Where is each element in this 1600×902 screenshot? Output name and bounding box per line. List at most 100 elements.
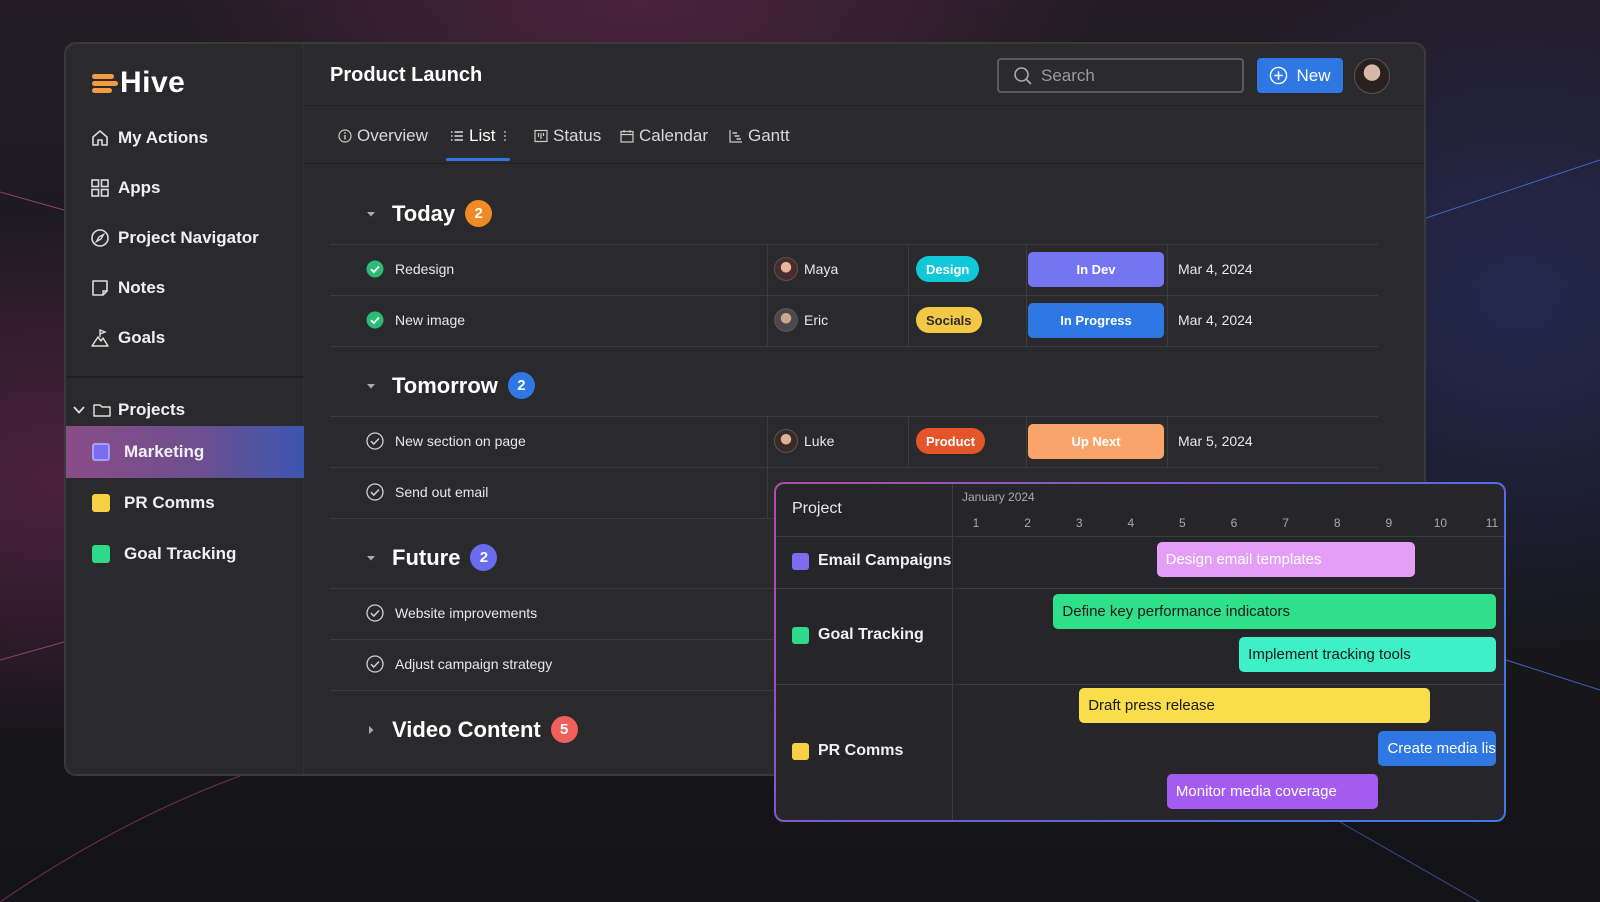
due-date[interactable]: Mar 4, 2024 <box>1178 261 1253 277</box>
new-button[interactable]: New <box>1257 58 1343 93</box>
assignee[interactable]: Luke <box>774 429 834 453</box>
task-row[interactable]: Website improvements <box>366 603 537 623</box>
sidebar-project-marketing[interactable]: Marketing <box>66 426 304 478</box>
gantt-row-divider <box>776 536 1504 537</box>
sidebar-item-my-actions[interactable]: My Actions <box>90 126 208 150</box>
more-vertical-icon[interactable] <box>503 130 507 142</box>
check-circle-outline-icon[interactable] <box>366 655 384 673</box>
row-divider <box>330 416 1378 417</box>
gantt-day-label: 3 <box>1075 516 1083 530</box>
task-title: New image <box>395 312 466 328</box>
gantt-row-goal-tracking[interactable]: Goal Tracking <box>792 626 924 644</box>
user-avatar[interactable] <box>1354 58 1390 94</box>
task-title: Redesign <box>395 261 455 277</box>
task-row[interactable]: Redesign <box>366 259 454 279</box>
logo[interactable]: Hive <box>92 66 185 100</box>
tab-overview[interactable]: Overview <box>338 126 428 146</box>
caret-down-icon[interactable] <box>366 381 376 391</box>
tab-list[interactable]: List <box>450 126 507 146</box>
tab-gantt[interactable]: Gantt <box>729 126 790 146</box>
assignee[interactable]: Maya <box>774 257 838 281</box>
gantt-row-email-campaigns[interactable]: Email Campaigns <box>792 552 951 570</box>
group-header-future[interactable]: Future 2 <box>366 544 498 571</box>
gantt-task-bar[interactable]: Implement tracking tools <box>1239 637 1496 672</box>
row-divider <box>330 346 1378 347</box>
sidebar-item-project-navigator[interactable]: Project Navigator <box>90 226 259 250</box>
calendar-icon <box>620 130 634 143</box>
column-divider <box>908 244 909 346</box>
check-circle-filled-icon[interactable] <box>366 311 384 329</box>
group-header-tomorrow[interactable]: Tomorrow 2 <box>366 372 535 399</box>
gantt-task-bar[interactable]: Design email templates <box>1156 542 1415 577</box>
tab-label: Gantt <box>748 126 790 145</box>
search-input[interactable]: Search <box>997 58 1244 93</box>
project-label: PR Comms <box>124 493 215 512</box>
group-header-today[interactable]: Today 2 <box>366 200 493 227</box>
caret-right-icon[interactable] <box>366 725 376 735</box>
assignee-name: Maya <box>804 261 839 277</box>
page-title: Product Launch <box>330 64 483 86</box>
due-date[interactable]: Mar 5, 2024 <box>1178 433 1253 449</box>
sidebar-item-apps[interactable]: Apps <box>90 176 161 200</box>
group-name: Video Content <box>392 716 541 742</box>
task-row[interactable]: Adjust campaign strategy <box>366 654 552 674</box>
assignee[interactable]: Eric <box>774 308 828 332</box>
task-row[interactable]: New image <box>366 310 465 330</box>
group-name: Tomorrow <box>392 372 498 398</box>
tab-calendar[interactable]: Calendar <box>620 126 708 146</box>
assignee-name: Luke <box>804 433 835 449</box>
sidebar-project-goal-tracking[interactable]: Goal Tracking <box>66 528 304 580</box>
caret-down-icon[interactable] <box>366 553 376 563</box>
row-divider <box>330 467 1378 468</box>
status-badge[interactable]: In Dev <box>1028 252 1164 287</box>
tab-status[interactable]: Status <box>534 126 601 146</box>
gantt-task-bar[interactable]: Define key performance indicators <box>1053 594 1496 629</box>
task-tag[interactable]: Product <box>916 428 986 454</box>
gantt-task-bar[interactable]: Create media list <box>1378 731 1496 766</box>
task-tag[interactable]: Socials <box>916 307 982 333</box>
hive-logo-icon <box>92 72 118 94</box>
gantt-day-label: 8 <box>1333 516 1341 530</box>
mountain-flag-icon <box>91 328 109 347</box>
gantt-day-label: 9 <box>1385 516 1393 530</box>
project-color-swatch <box>792 626 809 644</box>
task-title: Adjust campaign strategy <box>395 656 553 672</box>
column-divider <box>1167 416 1168 467</box>
group-header-video-content[interactable]: Video Content 5 <box>366 716 578 743</box>
row-divider <box>330 295 1378 296</box>
new-button-label: New <box>1296 65 1331 85</box>
sidebar: Hive My Actions Apps Project Navigator N… <box>66 44 304 774</box>
task-tag[interactable]: Design <box>916 256 980 282</box>
due-date[interactable]: Mar 4, 2024 <box>1178 312 1253 328</box>
list-icon <box>451 131 463 141</box>
gantt-day-label: 11 <box>1485 516 1499 530</box>
project-color-swatch <box>92 494 110 512</box>
status-badge[interactable]: In Progress <box>1028 303 1164 338</box>
gantt-row-pr-comms[interactable]: PR Comms <box>792 742 903 760</box>
gantt-task-bar[interactable]: Draft press release <box>1079 688 1431 723</box>
group-name: Today <box>392 200 456 226</box>
task-row[interactable]: Send out email <box>366 482 488 502</box>
gantt-day-label: 6 <box>1230 516 1238 530</box>
projects-section-toggle[interactable]: Projects <box>72 400 185 420</box>
gantt-day-label: 10 <box>1433 516 1448 530</box>
note-icon <box>92 280 108 296</box>
check-circle-filled-icon[interactable] <box>366 260 384 278</box>
check-circle-outline-icon[interactable] <box>366 432 384 450</box>
sidebar-item-notes[interactable]: Notes <box>90 276 165 300</box>
gantt-task-bar[interactable]: Monitor media coverage <box>1166 774 1379 809</box>
check-circle-outline-icon[interactable] <box>366 483 384 501</box>
gantt-day-label: 7 <box>1282 516 1289 530</box>
row-divider <box>330 244 1378 245</box>
column-divider <box>767 244 768 346</box>
caret-down-icon[interactable] <box>366 209 376 219</box>
plus-circle-icon <box>1270 66 1288 85</box>
status-badge[interactable]: Up Next <box>1028 424 1164 459</box>
task-row[interactable]: New section on page <box>366 431 526 451</box>
project-color-swatch <box>92 443 110 461</box>
kanban-icon <box>534 129 548 143</box>
sidebar-project-pr-comms[interactable]: PR Comms <box>66 477 304 529</box>
sidebar-item-goals[interactable]: Goals <box>90 326 165 350</box>
gantt-day-label: 1 <box>972 516 980 530</box>
check-circle-outline-icon[interactable] <box>366 604 384 622</box>
